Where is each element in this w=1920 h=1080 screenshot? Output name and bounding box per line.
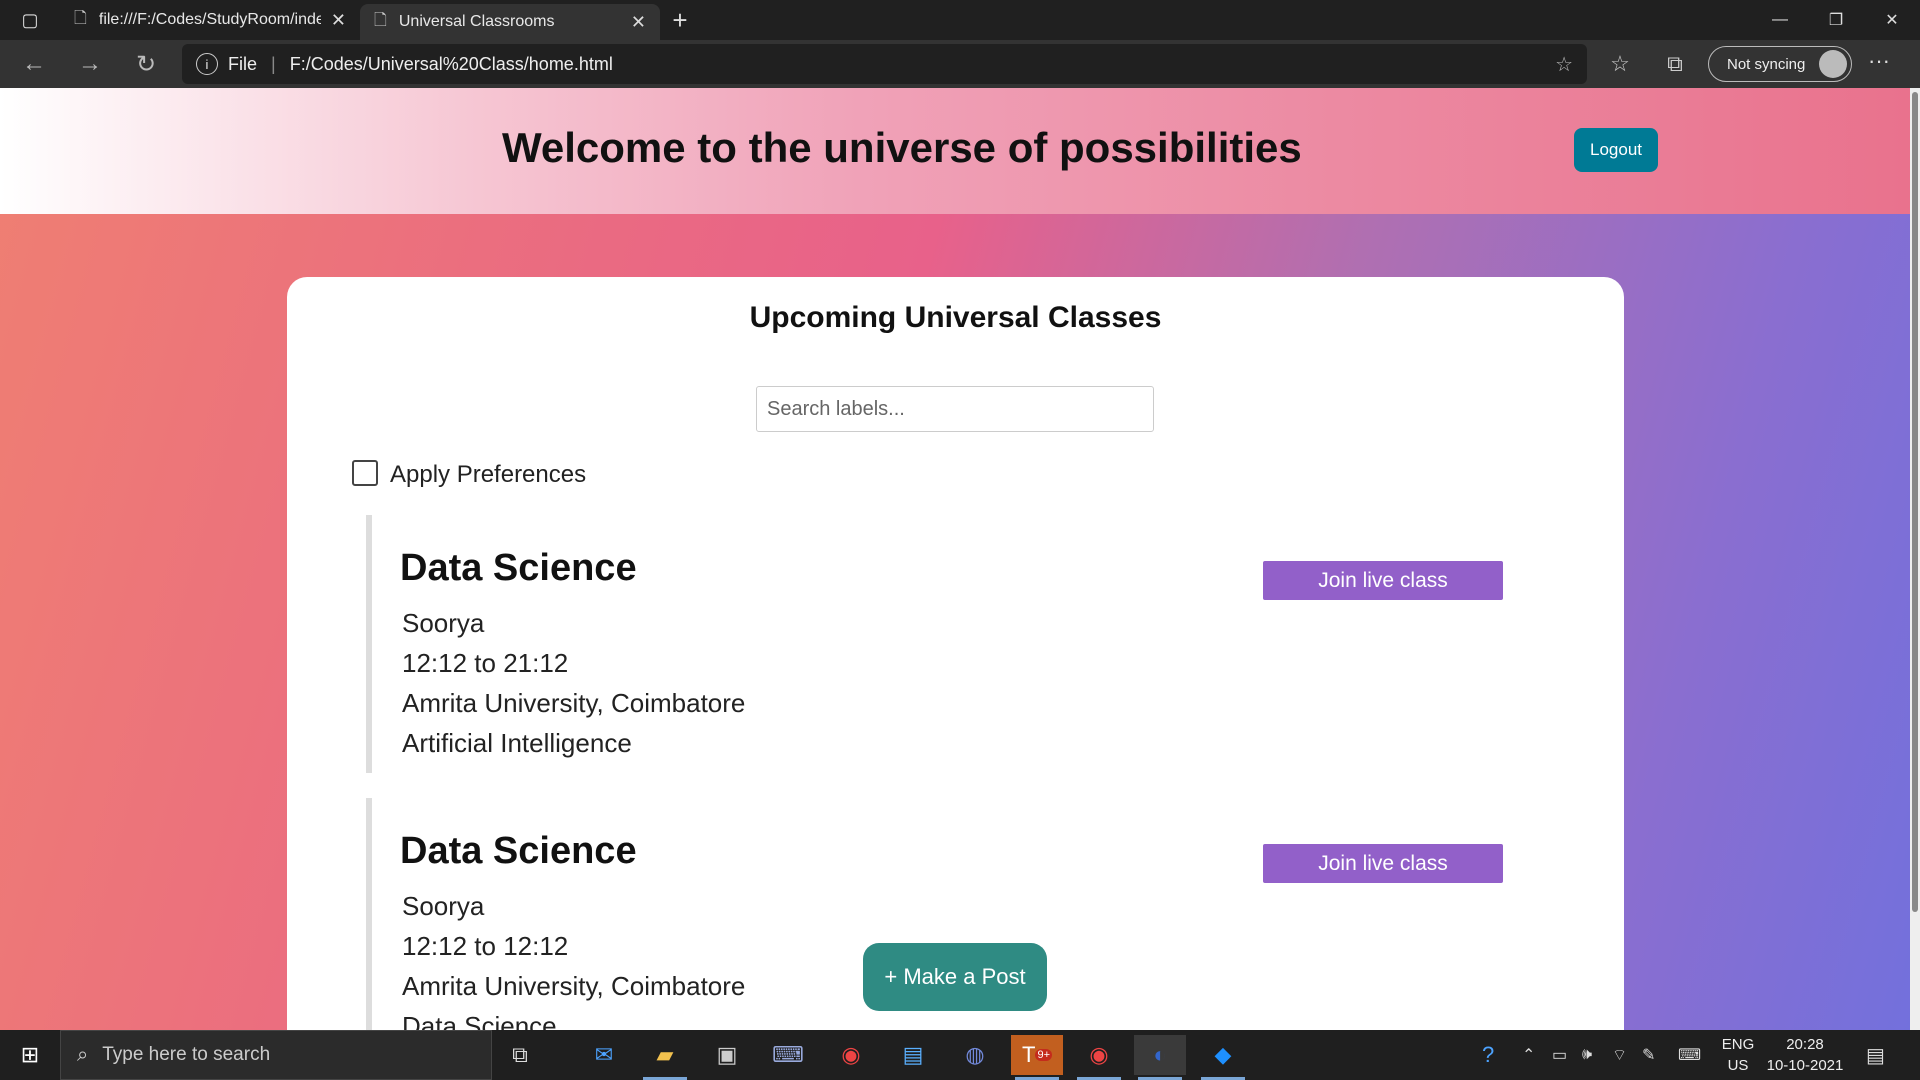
refresh-icon[interactable]: ↻ bbox=[118, 40, 174, 88]
search-input[interactable] bbox=[756, 386, 1154, 432]
classes-card: Upcoming Universal Classes Apply Prefere… bbox=[287, 277, 1624, 1030]
vscode-icon[interactable]: ◆ bbox=[1197, 1035, 1249, 1080]
page-title: Welcome to the universe of possibilities bbox=[502, 124, 1302, 171]
class-label: Artificial Intelligence bbox=[402, 728, 632, 758]
taskbar: ⊞ ⌕ Type here to search ⧉ ✉ ▰ ▣ ⌨ ◉ ▤ ◍ … bbox=[0, 1030, 1920, 1080]
apply-preferences[interactable]: Apply Preferences bbox=[352, 457, 586, 489]
class-institution: Amrita University, Coimbatore bbox=[402, 971, 746, 1001]
forward-icon[interactable]: → bbox=[62, 40, 118, 88]
preferences-label: Apply Preferences bbox=[390, 461, 587, 488]
search-icon: ⌕ bbox=[77, 1043, 89, 1066]
volume-icon[interactable]: 🕪 bbox=[1582, 1030, 1592, 1080]
battery-icon[interactable]: ▭ bbox=[1552, 1030, 1567, 1080]
browser-tab-bar: ▢ 🗋 file:///F:/Codes/StudyRoom/inde ✕ 🗋 … bbox=[0, 0, 1920, 40]
info-icon[interactable]: i bbox=[196, 53, 218, 75]
class-time: 12:12 to 21:12 bbox=[402, 648, 569, 678]
class-title: Data Science bbox=[400, 547, 637, 589]
browser-toolbar: ← → ↻ i File | F:/Codes/Universal%20Clas… bbox=[0, 40, 1920, 88]
make-post-button[interactable]: + Make a Post bbox=[863, 943, 1047, 1011]
collections-icon[interactable]: ⧉ bbox=[1657, 48, 1693, 80]
chrome-icon[interactable]: ◉ bbox=[825, 1035, 877, 1075]
page-header: Welcome to the universe of possibilities… bbox=[0, 88, 1910, 214]
class-label: Data Science bbox=[402, 1011, 557, 1030]
file-explorer-icon[interactable]: ▰ bbox=[639, 1035, 691, 1080]
page-scrollbar[interactable] bbox=[1910, 88, 1920, 1030]
control-panel-icon[interactable]: ▤ bbox=[887, 1035, 939, 1075]
close-tab-icon[interactable]: ✕ bbox=[331, 10, 346, 31]
help-icon[interactable]: ? bbox=[1482, 1030, 1494, 1080]
class-institution: Amrita University, Coimbatore bbox=[402, 688, 746, 718]
language-indicator[interactable]: ENG US bbox=[1718, 1034, 1758, 1076]
favorites-icon[interactable]: ☆ bbox=[1602, 48, 1638, 80]
address-scheme: File bbox=[228, 53, 258, 74]
restore-icon[interactable]: ❐ bbox=[1808, 0, 1864, 40]
class-teacher: Soorya bbox=[402, 608, 485, 638]
sync-label: Not syncing bbox=[1727, 55, 1806, 73]
file-icon: 🗋 bbox=[74, 9, 87, 27]
tab-title: Universal Classrooms bbox=[398, 13, 555, 30]
minimize-icon[interactable]: — bbox=[1752, 0, 1808, 40]
clock-date: 10-10-2021 bbox=[1766, 1057, 1844, 1074]
taskbar-search[interactable]: ⌕ Type here to search bbox=[60, 1030, 492, 1080]
tab-studyroom[interactable]: 🗋 file:///F:/Codes/StudyRoom/inde ✕ bbox=[60, 0, 360, 40]
join-live-class-button[interactable]: Join live class bbox=[1263, 561, 1503, 600]
wifi-icon[interactable]: ⌔ bbox=[1612, 1030, 1627, 1080]
class-item: Data Science Soorya 12:12 to 21:12 Amrit… bbox=[366, 515, 1503, 773]
class-title: Data Science bbox=[400, 830, 637, 872]
chevron-up-icon[interactable]: ⌃ bbox=[1522, 1030, 1535, 1080]
close-window-icon[interactable]: ✕ bbox=[1864, 0, 1920, 40]
page-icon: 🗋 bbox=[374, 11, 387, 29]
edge-icon[interactable]: ◐ bbox=[1134, 1035, 1186, 1080]
address-bar[interactable]: i File | F:/Codes/Universal%20Class/home… bbox=[182, 44, 1587, 84]
join-live-class-button[interactable]: Join live class bbox=[1263, 844, 1503, 883]
teams-icon[interactable]: T 9+ bbox=[1011, 1035, 1063, 1080]
pen-icon[interactable]: ✎ bbox=[1642, 1030, 1655, 1080]
back-icon[interactable]: ← bbox=[6, 40, 62, 88]
clock[interactable]: 20:28 10-10-2021 bbox=[1765, 1034, 1845, 1076]
close-tab-icon[interactable]: ✕ bbox=[631, 12, 646, 33]
address-url: F:/Codes/Universal%20Class/home.html bbox=[289, 53, 613, 74]
laptop-app-icon[interactable]: ⌨ bbox=[762, 1035, 814, 1075]
teams-badge: 9+ bbox=[1035, 1049, 1052, 1061]
mail-icon[interactable]: ✉ bbox=[578, 1035, 630, 1075]
more-options-icon[interactable]: ··· bbox=[1868, 48, 1890, 74]
taskbar-search-placeholder: Type here to search bbox=[102, 1044, 271, 1065]
keyboard-icon[interactable]: ⌨ bbox=[1678, 1030, 1701, 1080]
tab-actions-icon[interactable]: ▢ bbox=[0, 0, 60, 40]
preferences-checkbox[interactable] bbox=[352, 460, 378, 486]
language-code: ENG bbox=[1721, 1036, 1755, 1053]
discord-icon[interactable]: ◍ bbox=[949, 1035, 1001, 1075]
task-view-icon[interactable]: ⧉ bbox=[494, 1035, 546, 1075]
class-time: 12:12 to 12:12 bbox=[402, 931, 569, 961]
add-favorite-icon[interactable]: ☆ bbox=[1555, 52, 1573, 77]
address-separator: | bbox=[271, 53, 276, 74]
new-tab-button[interactable]: + bbox=[660, 5, 700, 36]
window-controls: — ❐ ✕ bbox=[1752, 0, 1920, 40]
profile-avatar-icon bbox=[1819, 50, 1847, 78]
region-code: US bbox=[1727, 1057, 1749, 1074]
scrollbar-thumb[interactable] bbox=[1912, 92, 1918, 912]
tab-universal-classrooms[interactable]: 🗋 Universal Classrooms ✕ bbox=[360, 4, 660, 40]
windows-start-icon[interactable]: ⊞ bbox=[0, 1030, 60, 1080]
classes-heading: Upcoming Universal Classes bbox=[749, 301, 1162, 334]
page-viewport: Welcome to the universe of possibilities… bbox=[0, 88, 1910, 1030]
notifications-icon[interactable]: ▤ bbox=[1866, 1030, 1885, 1080]
clock-time: 20:28 bbox=[1786, 1036, 1824, 1053]
tab-title: file:///F:/Codes/StudyRoom/inde bbox=[98, 11, 321, 28]
app-icon[interactable]: ▣ bbox=[701, 1035, 753, 1075]
class-teacher: Soorya bbox=[402, 891, 485, 921]
sync-button[interactable]: Not syncing bbox=[1708, 46, 1852, 82]
chrome-icon[interactable]: ◉ bbox=[1073, 1035, 1125, 1080]
logout-button[interactable]: Logout bbox=[1574, 128, 1658, 172]
